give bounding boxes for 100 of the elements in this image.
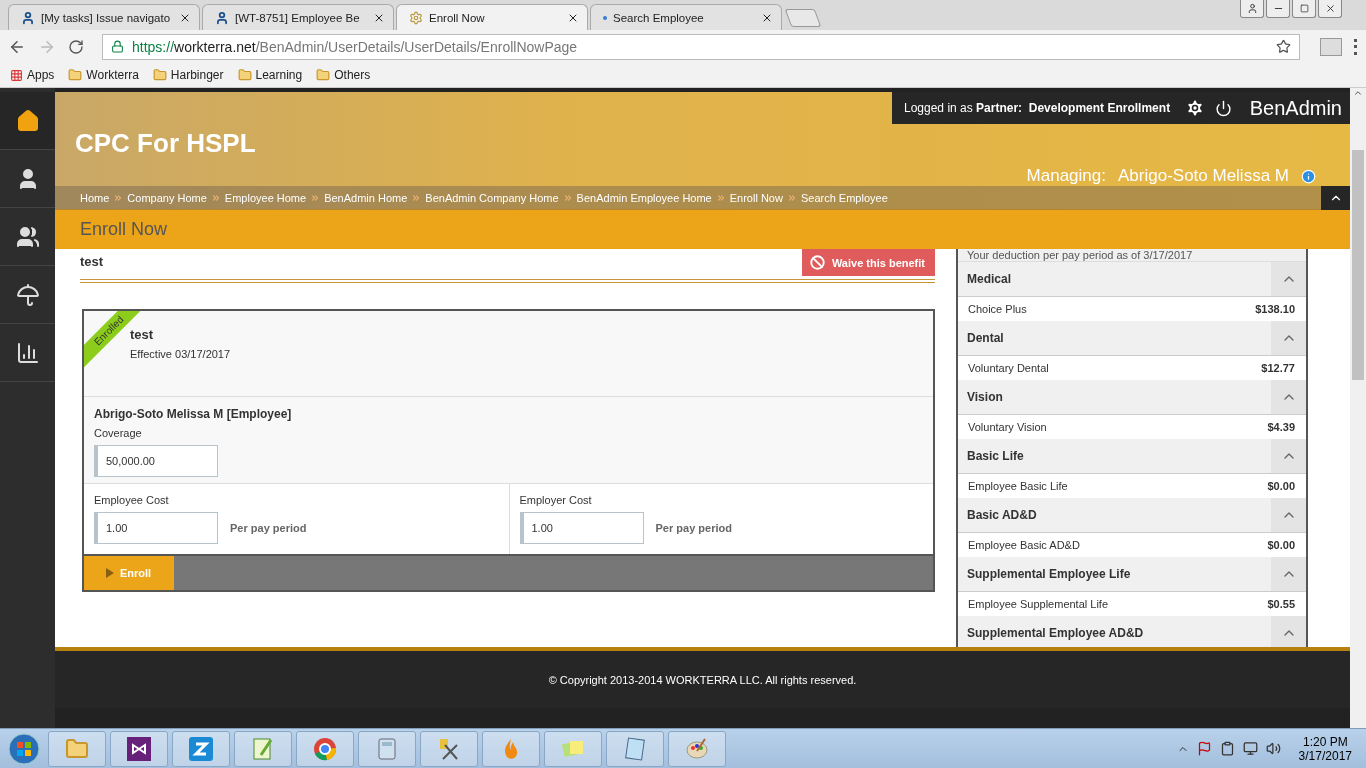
browser-tab[interactable]: Enroll Now — [396, 4, 588, 30]
lock-icon — [111, 40, 124, 53]
flag-icon[interactable] — [1196, 741, 1212, 756]
folder-icon[interactable] — [65, 736, 89, 761]
group-title: Vision — [966, 389, 1004, 406]
info-icon[interactable] — [1301, 168, 1316, 184]
sidebar-item[interactable] — [0, 92, 55, 150]
folder-icon — [68, 68, 83, 82]
amount: $138.10 — [1255, 303, 1295, 315]
member-name: Abrigo-Soto Melissa M [Employee] — [94, 407, 292, 421]
speaker-icon[interactable] — [1265, 741, 1281, 756]
notepad-icon[interactable] — [623, 736, 647, 761]
managing-label: Managing: — [1026, 166, 1106, 186]
maximize-icon — [1299, 4, 1309, 13]
app-logo-icon[interactable] — [127, 736, 151, 761]
amount: $0.00 — [1267, 480, 1295, 492]
bookmark[interactable]: Learning — [237, 68, 303, 82]
bookmark[interactable]: Workterra — [68, 68, 139, 82]
folder-icon — [152, 68, 167, 82]
page-title: Enroll Now — [80, 218, 168, 240]
calculator-icon[interactable] — [375, 736, 399, 761]
amount: $4.39 — [1267, 421, 1295, 433]
bar-chart-icon — [15, 340, 40, 365]
plan-name: test — [130, 327, 155, 342]
person-icon — [21, 10, 35, 25]
group-title: Supplemental Employee Life — [966, 566, 1132, 583]
collapse-button[interactable] — [1321, 186, 1350, 210]
browser-tab[interactable]: [My tasks] Issue navigato — [8, 4, 200, 30]
url-text: https://workterra.net/BenAdmin/UserDetails/UserDetails/EnrollNowPage — [132, 38, 579, 55]
start-icon[interactable] — [8, 732, 40, 765]
toggle-button[interactable] — [1271, 439, 1306, 473]
home-icon — [15, 108, 40, 133]
cost-field[interactable]: 1.00 — [519, 512, 644, 544]
group-title: Dental — [966, 330, 1005, 347]
apps-grid-icon — [10, 68, 23, 82]
network-icon[interactable] — [1242, 741, 1258, 756]
clock-date: 3/17/2017 — [1298, 748, 1352, 763]
scroll-up-icon[interactable] — [1353, 88, 1363, 98]
plan-label: Voluntary Vision — [968, 421, 1047, 433]
separator-icon — [113, 193, 124, 203]
separator-icon — [411, 193, 422, 203]
reload-icon[interactable] — [68, 38, 84, 55]
star-icon[interactable] — [1276, 39, 1291, 54]
coverage-field[interactable]: 50,000.00 — [94, 445, 218, 477]
company-name: CPC For HSPL — [75, 128, 256, 158]
play-icon — [106, 568, 114, 578]
bookmark[interactable]: Harbinger — [152, 68, 224, 82]
toggle-button[interactable] — [1271, 380, 1306, 414]
login-info: Logged in as Partner: Development Enrollment — [904, 101, 1172, 115]
folder-icon — [316, 68, 331, 82]
field-label: Employee Cost — [94, 494, 170, 506]
clipboard-icon[interactable] — [1219, 741, 1235, 756]
effective-date: Effective 03/17/2017 — [130, 348, 232, 360]
scrollbar[interactable] — [1350, 88, 1366, 728]
person-icon — [215, 10, 229, 25]
close-button[interactable] — [1318, 0, 1342, 18]
toggle-button[interactable] — [1271, 498, 1306, 532]
group-title: Basic Life — [966, 448, 1025, 465]
separator-icon — [210, 193, 221, 203]
new-tab-button[interactable] — [784, 9, 822, 27]
field-label: Coverage — [94, 427, 142, 439]
gear-icon — [409, 10, 423, 25]
copyright: © Copyright 2013-2014 WORKTERRA LLC. All rights reserved. — [548, 673, 857, 686]
minimize-button[interactable] — [1266, 0, 1290, 18]
menu-icon[interactable] — [1354, 38, 1358, 55]
toggle-button[interactable] — [1271, 321, 1306, 355]
browser-tab[interactable]: Search Employee — [590, 4, 782, 30]
people-icon — [15, 224, 40, 249]
period-label: Per pay period — [655, 522, 732, 534]
profile-button[interactable] — [1240, 0, 1264, 18]
period-label: Per pay period — [230, 522, 307, 534]
separator-icon — [786, 193, 797, 203]
close-icon — [1324, 3, 1336, 14]
managing-name: Abrigo-Soto Melissa M — [1118, 166, 1289, 186]
bookmark[interactable]: Apps — [10, 68, 55, 82]
plan-label: Employee Basic AD&D — [968, 539, 1080, 551]
address-bar[interactable]: https://workterra.net/BenAdmin/UserDetails/UserDetails/EnrollNowPage — [102, 33, 1300, 60]
paint-palette-icon[interactable] — [685, 736, 709, 761]
plan-label: Voluntary Dental — [968, 362, 1049, 374]
toggle-button[interactable] — [1271, 557, 1306, 591]
folder-icon — [237, 68, 252, 82]
editor-icon[interactable] — [251, 736, 275, 761]
cost-field[interactable]: 1.00 — [94, 512, 218, 544]
browser-icon[interactable] — [313, 736, 337, 761]
tools-icon[interactable] — [437, 736, 461, 761]
plan-label: Employee Basic Life — [968, 480, 1068, 492]
extension-icon[interactable] — [1320, 37, 1342, 56]
app-tile-icon[interactable] — [189, 736, 213, 761]
maximize-button[interactable] — [1292, 0, 1316, 18]
waive-button[interactable]: Waive this benefit — [801, 249, 935, 276]
power-icon[interactable] — [1214, 99, 1232, 117]
amount: $0.55 — [1267, 598, 1295, 610]
separator-icon — [562, 193, 573, 203]
separator-icon — [715, 193, 726, 203]
browser-tab[interactable]: [WT-8751] Employee Be — [202, 4, 394, 30]
bookmark[interactable]: Others — [316, 68, 371, 82]
group-title: Medical — [966, 271, 1012, 288]
toggle-button[interactable] — [1271, 262, 1306, 296]
amount: $12.77 — [1261, 362, 1295, 374]
toggle-button[interactable] — [1271, 616, 1306, 647]
